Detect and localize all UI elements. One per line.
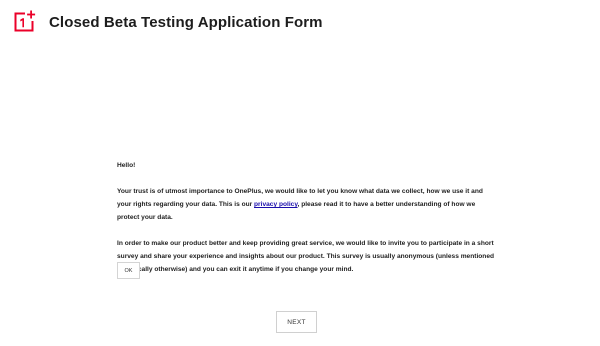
privacy-paragraph: Your trust is of utmost importance to On… bbox=[117, 185, 497, 224]
greeting-text: Hello! bbox=[117, 162, 136, 169]
privacy-policy-link[interactable]: privacy policy bbox=[254, 201, 298, 208]
survey-paragraph: In order to make our product better and … bbox=[117, 240, 495, 273]
page-title: Closed Beta Testing Application Form bbox=[49, 13, 323, 31]
ok-button[interactable]: OK bbox=[117, 262, 140, 279]
intro-text: Hello! Your trust is of utmost importanc… bbox=[117, 159, 497, 276]
page-header: Closed Beta Testing Application Form bbox=[12, 10, 323, 34]
next-button[interactable]: NEXT bbox=[276, 311, 317, 333]
oneplus-logo-icon bbox=[14, 10, 36, 32]
